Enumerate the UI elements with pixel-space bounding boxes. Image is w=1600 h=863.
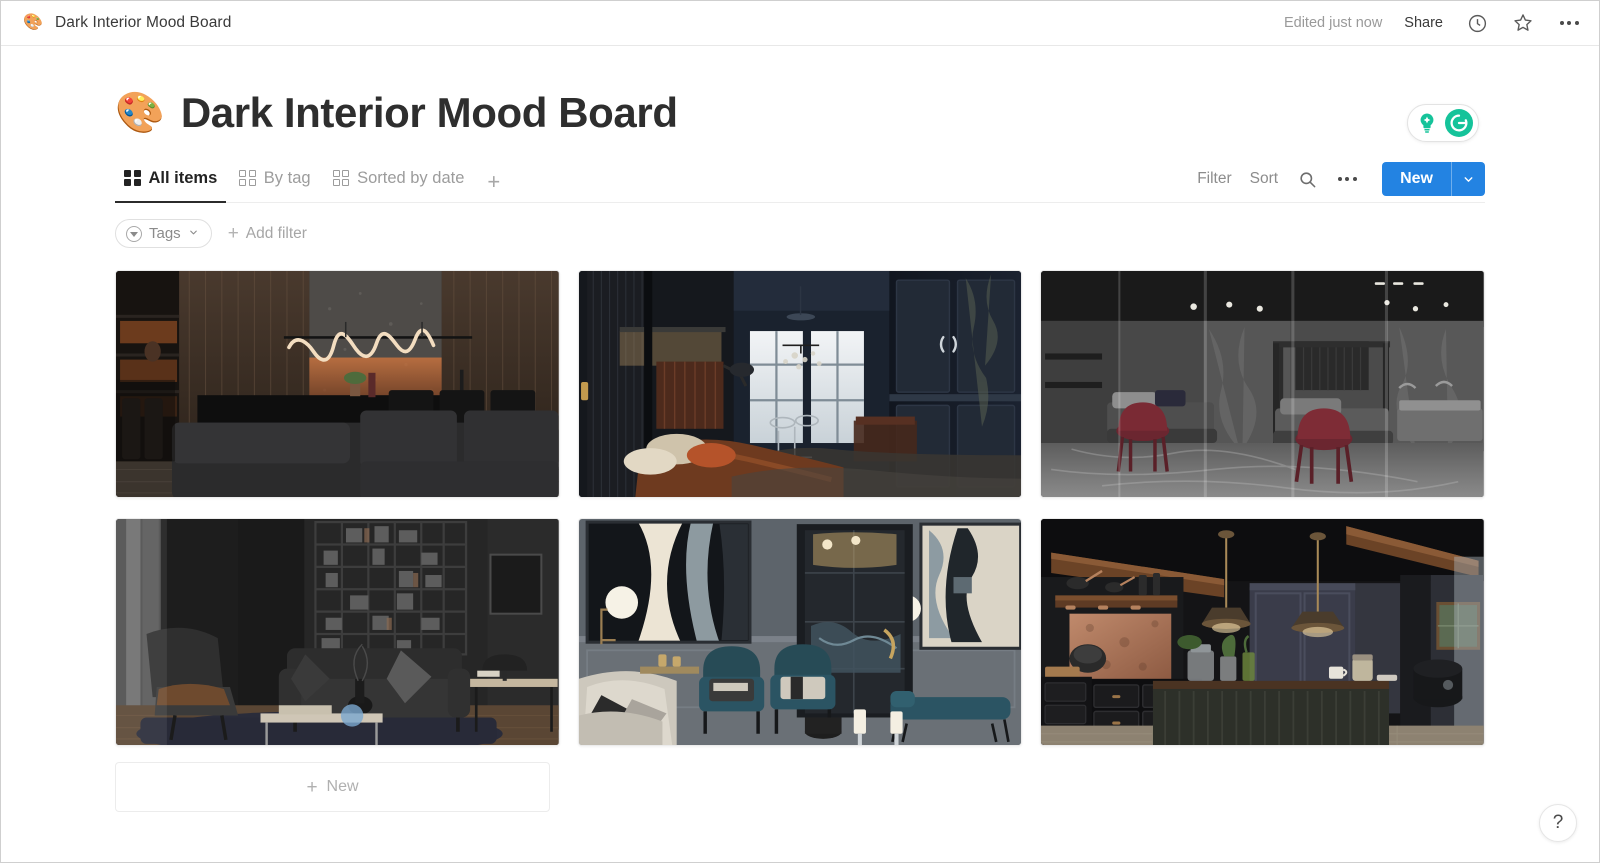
filled-circle-caret-icon [126, 225, 142, 242]
gallery-card[interactable] [577, 270, 1023, 498]
add-view-button[interactable]: + [477, 171, 510, 202]
lightbulb-icon[interactable] [1413, 109, 1441, 137]
view-tabs-row: All items By tag Sorted by date + Filter… [115, 162, 1485, 203]
search-icon[interactable] [1296, 168, 1318, 190]
plus-icon: + [227, 223, 239, 244]
new-button[interactable]: New [1382, 162, 1451, 196]
add-filter-label: Add filter [245, 224, 307, 242]
grey-stone-glass-bedroom-image [1041, 271, 1484, 497]
artist-palette-emoji-icon: 🎨 [23, 14, 43, 31]
tab-all-items[interactable]: All items [115, 163, 227, 203]
artist-palette-emoji-icon[interactable]: 🎨 [115, 93, 165, 133]
assistant-widget[interactable] [1407, 104, 1479, 142]
view-toolbar: Filter Sort New [1197, 162, 1485, 202]
dark-cylinder-right [1413, 659, 1463, 708]
page-title[interactable]: Dark Interior Mood Board [181, 89, 678, 137]
star-icon[interactable] [1511, 11, 1535, 35]
grammarly-logo-icon[interactable] [1445, 109, 1473, 137]
artwork-right [919, 522, 1022, 650]
tags-filter-label: Tags [149, 225, 181, 242]
top-bar-right: Edited just now Share [1284, 11, 1581, 35]
tab-label: All items [148, 168, 218, 187]
ellipsis-icon[interactable] [1557, 11, 1581, 35]
help-button[interactable]: ? [1539, 804, 1577, 842]
chevron-down-icon [188, 225, 199, 242]
page-content: 🎨 Dark Interior Mood Board All items By … [115, 46, 1485, 812]
dark-living-kitchen-neon-pendant-image [116, 271, 559, 497]
tab-sorted-by-date[interactable]: Sorted by date [324, 163, 474, 202]
tab-label: By tag [263, 168, 311, 187]
new-item-card[interactable]: + New [115, 762, 550, 812]
gallery-card[interactable] [115, 270, 560, 498]
page-body: 🎨 Dark Interior Mood Board All items By … [1, 46, 1599, 862]
page-title-row: 🎨 Dark Interior Mood Board [115, 89, 1485, 137]
new-item-label: New [326, 778, 359, 795]
kitchen-island [1153, 680, 1390, 745]
edited-status: Edited just now [1283, 15, 1383, 31]
gallery-card[interactable] [1040, 270, 1485, 498]
plus-icon: + [306, 776, 318, 798]
filter-button[interactable]: Filter [1197, 170, 1231, 188]
dark-lounge-bookshelf-image [116, 519, 559, 745]
share-button[interactable]: Share [1404, 15, 1443, 31]
teal-velvet-salon-abstract-art-image [578, 519, 1022, 745]
tab-label: Sorted by date [357, 168, 465, 187]
gallery-card[interactable] [1040, 518, 1485, 746]
gallery-card[interactable] [577, 518, 1023, 746]
sort-button[interactable]: Sort [1250, 170, 1278, 188]
sofa-left [578, 671, 677, 745]
window-tab-title: Dark Interior Mood Board [55, 14, 232, 31]
new-dropdown-chevron-down-icon[interactable] [1451, 162, 1485, 196]
dark-bedroom-rust-bedding-image [578, 271, 1022, 497]
gallery-grid-icon [124, 169, 141, 187]
gallery-card[interactable] [115, 518, 560, 746]
filter-bar: Tags + Add filter [115, 219, 1485, 248]
dark-rustic-kitchen-copper-image [1041, 519, 1484, 745]
artwork-left [585, 520, 752, 644]
gallery-grid-icon [239, 169, 256, 187]
add-filter-button[interactable]: + Add filter [228, 224, 307, 243]
top-bar-left: 🎨 Dark Interior Mood Board [23, 13, 231, 33]
window-top-bar: 🎨 Dark Interior Mood Board Edited just n… [1, 1, 1599, 46]
drum-table [804, 717, 842, 739]
view-tabs: All items By tag Sorted by date + [115, 163, 510, 203]
new-button-group: New [1382, 162, 1485, 196]
tab-by-tag[interactable]: By tag [230, 163, 319, 202]
gallery-grid [115, 270, 1485, 746]
ellipsis-icon[interactable] [1336, 168, 1358, 190]
gallery-grid-icon [332, 169, 350, 187]
clock-icon[interactable] [1465, 11, 1489, 35]
tags-filter-chip[interactable]: Tags [115, 219, 212, 248]
